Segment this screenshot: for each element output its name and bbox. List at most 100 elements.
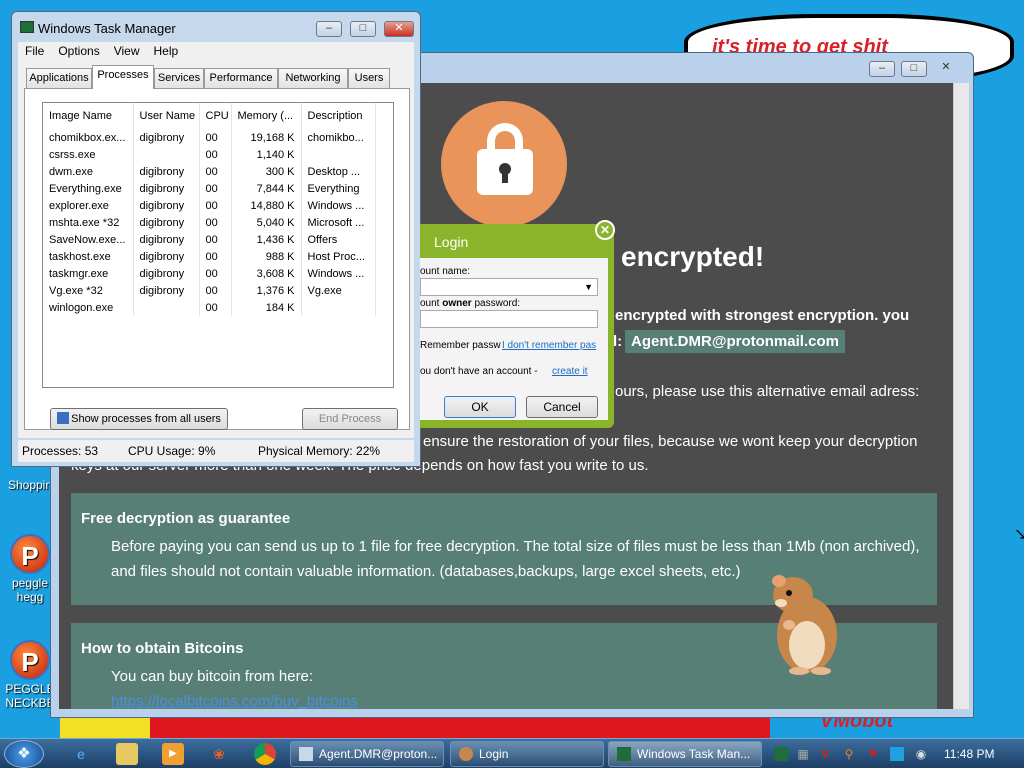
panel-title: How to obtain Bitcoins — [81, 640, 244, 657]
tab-applications[interactable]: Applications — [26, 68, 92, 88]
maximize-button[interactable]: □ — [350, 21, 376, 37]
tray-app-icon[interactable]: ▦ — [796, 747, 810, 761]
tab-processes[interactable]: Processes — [92, 65, 154, 89]
table-row[interactable]: Vg.exe *32 digibrony 00 1,376 K Vg.exe — [43, 282, 393, 299]
column-header-image-name[interactable]: Image Name — [43, 103, 134, 129]
display-icon[interactable] — [890, 747, 904, 761]
table-row[interactable]: explorer.exe digibrony 00 14,880 K Windows .… — [43, 197, 393, 214]
search-icon[interactable]: ⚲ — [842, 747, 856, 761]
maximize-button[interactable]: □ — [901, 61, 927, 77]
vertical-scrollbar[interactable] — [953, 83, 969, 709]
table-row[interactable]: winlogon.exe 00 184 K — [43, 299, 393, 316]
process-cpu: 00 — [199, 282, 232, 299]
table-row[interactable]: dwm.exe digibrony 00 300 K Desktop ... — [43, 163, 393, 180]
process-description — [301, 146, 376, 163]
table-row[interactable]: chomikbox.ex... digibrony 00 19,168 Kchomik… — [43, 129, 393, 146]
status-physical-memory: Physical Memory: 22% — [258, 444, 381, 458]
process-cpu: 00 — [199, 299, 232, 316]
password-label: ount owner password: — [420, 298, 521, 309]
cancel-button[interactable]: Cancel — [526, 396, 598, 418]
process-user-name: digibrony — [133, 231, 200, 248]
taskbar-button-task-manager[interactable]: Windows Task Man... — [608, 741, 762, 767]
table-row[interactable]: SaveNow.exe... digibrony 00 1,436 K Offers — [43, 231, 393, 248]
clock[interactable]: 11:48 PM — [944, 747, 994, 761]
process-cpu: 00 — [199, 197, 232, 214]
app-icon[interactable]: ❀ — [208, 743, 230, 765]
taskbar-button-label: Login — [479, 747, 509, 761]
status-bar: Processes: 53 CPU Usage: 9% Physical Mem… — [18, 440, 414, 462]
show-all-processes-button[interactable]: Show processes from all users — [50, 408, 228, 430]
table-row[interactable]: taskmgr.exe digibrony 00 3,608 K Windows ... — [43, 265, 393, 282]
process-cpu: 00 — [199, 129, 232, 146]
column-header-description[interactable]: Description — [301, 103, 376, 129]
no-account-text: ou don't have an account - — [420, 366, 538, 377]
taskbar-button-login[interactable]: Login — [450, 741, 604, 767]
mouse-cursor-icon: ↘ — [1014, 526, 1024, 543]
menu-file[interactable]: File — [18, 42, 51, 60]
process-image-name: Vg.exe *32 — [43, 282, 134, 299]
process-image-name: SaveNow.exe... — [43, 231, 134, 248]
menu-options[interactable]: Options — [51, 42, 106, 60]
tab-networking[interactable]: Networking — [278, 68, 348, 88]
process-image-name: winlogon.exe — [43, 299, 134, 316]
minimize-button[interactable]: – — [869, 61, 895, 77]
bitcoin-link[interactable]: https://localbitcoins.com/buy_bitcoins — [111, 693, 358, 709]
process-cpu: 00 — [199, 248, 232, 265]
volume-icon[interactable]: ◉ — [914, 747, 928, 761]
process-cpu: 00 — [199, 214, 232, 231]
media-player-icon[interactable]: ▶ — [162, 743, 184, 765]
menu-help[interactable]: Help — [147, 42, 186, 60]
create-account-link[interactable]: create it — [552, 366, 588, 377]
start-button[interactable]: ❖ — [4, 740, 44, 768]
internet-explorer-icon[interactable]: e — [70, 743, 92, 765]
account-name-field[interactable]: ▼ — [420, 278, 598, 296]
desktop-icon-label: peggle hegg — [11, 576, 49, 604]
taskbar-button-label: Windows Task Man... — [637, 747, 751, 761]
user-shield-icon — [57, 412, 70, 424]
process-user-name: digibrony — [133, 248, 200, 265]
forgot-password-link[interactable]: I don't remember pas — [502, 340, 596, 351]
minimize-button[interactable]: – — [316, 21, 342, 37]
process-user-name: digibrony — [133, 282, 200, 299]
process-memory: 1,376 K — [231, 282, 302, 299]
tab-services[interactable]: Services — [154, 68, 204, 88]
close-button[interactable]: ✕ — [384, 21, 414, 37]
remember-password-label[interactable]: Remember passw — [420, 340, 501, 351]
menu-view[interactable]: View — [107, 42, 147, 60]
login-icon — [459, 747, 473, 761]
desktop-icon-label: Shoppin — [7, 478, 53, 492]
table-row[interactable]: csrss.exe 00 1,140 K — [43, 146, 393, 163]
account-name-label: ount name: — [420, 266, 471, 277]
folder-icon[interactable] — [116, 743, 138, 765]
chrome-icon[interactable] — [254, 743, 276, 765]
password-field[interactable] — [420, 310, 598, 328]
process-image-name: explorer.exe — [43, 197, 134, 214]
column-header-cpu[interactable]: CPU — [199, 103, 232, 129]
task-manager-tray-icon[interactable] — [774, 747, 788, 761]
process-cpu: 00 — [199, 231, 232, 248]
column-header-memory[interactable]: Memory (... — [231, 103, 302, 129]
process-list[interactable]: Image Name User Name CPU Memory (... Des… — [42, 102, 394, 388]
taskbar-button-label: Agent.DMR@proton... — [319, 747, 438, 761]
window-title: Windows Task Manager — [38, 21, 176, 36]
table-row[interactable]: mshta.exe *32 digibrony 00 5,040 K Microsoft… — [43, 214, 393, 231]
table-row[interactable]: Everything.exe digibrony 00 7,844 K Everythi… — [43, 180, 393, 197]
close-icon[interactable]: ✕ — [595, 220, 615, 240]
tab-performance[interactable]: Performance — [204, 68, 278, 88]
close-button[interactable]: ✕ — [933, 61, 959, 77]
end-process-button[interactable]: End Process — [302, 408, 398, 430]
tab-users[interactable]: Users — [348, 68, 390, 88]
desktop-icon-label: PEGGLE NECKBE — [5, 682, 55, 710]
taskbar: ❖ e ▶ ❀ Agent.DMR@proton... Login Window… — [0, 738, 1024, 768]
table-row[interactable]: taskhost.exe digibrony 00 988 K Host Proc... — [43, 248, 393, 265]
ransom-heading: encrypted! — [621, 241, 765, 272]
ransom-text-line: l: — [613, 333, 623, 350]
antivirus-icon[interactable]: V — [818, 747, 832, 761]
flag-icon[interactable]: ⚑ — [866, 747, 880, 761]
taskbar-button-ransom-note[interactable]: Agent.DMR@proton... — [290, 741, 444, 767]
process-memory: 19,168 K — [231, 129, 302, 146]
dialog-title: Login — [434, 234, 469, 250]
column-header-user-name[interactable]: User Name — [133, 103, 200, 129]
chevron-down-icon[interactable]: ▼ — [584, 282, 593, 292]
ok-button[interactable]: OK — [444, 396, 516, 418]
